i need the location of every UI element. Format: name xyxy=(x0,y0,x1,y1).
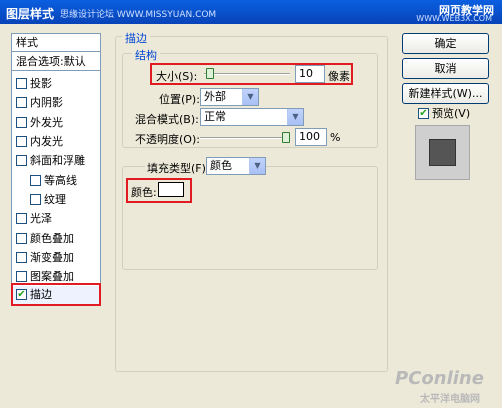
bevel-emboss-checkbox[interactable] xyxy=(16,154,27,166)
style-item-texture[interactable]: 纹理 xyxy=(12,191,100,209)
style-item-label: 内阴影 xyxy=(30,96,63,109)
new-style-button[interactable]: 新建样式(W)... xyxy=(402,83,489,104)
blend-mode-select-value: 正常 xyxy=(204,110,226,123)
chevron-down-icon: ▼ xyxy=(287,109,303,125)
fill-type-select[interactable]: 颜色 ▼ xyxy=(206,157,266,175)
contour-checkbox[interactable] xyxy=(30,174,41,186)
style-item-label: 等高线 xyxy=(44,174,77,187)
blend-mode-label: 混合模式(B): xyxy=(135,113,199,126)
size-input[interactable]: 10 xyxy=(295,65,325,83)
satin-checkbox[interactable] xyxy=(16,212,27,224)
size-slider-track[interactable] xyxy=(204,73,290,75)
stroke-group-title: 描边 xyxy=(122,30,150,46)
opacity-slider-track[interactable] xyxy=(200,137,290,139)
blend-options-item[interactable]: 混合选项:默认 xyxy=(12,53,100,71)
gradient-overlay-checkbox[interactable] xyxy=(16,251,27,263)
style-list-header[interactable]: 样式 xyxy=(12,34,100,52)
chevron-down-icon: ▼ xyxy=(242,89,258,105)
pattern-overlay-checkbox[interactable] xyxy=(16,270,27,282)
inner-shadow-checkbox[interactable] xyxy=(16,96,27,108)
preview-checkbox[interactable]: ✔ xyxy=(418,107,429,119)
opacity-input[interactable]: 100 xyxy=(295,128,327,146)
texture-checkbox[interactable] xyxy=(30,193,41,205)
style-item-label: 渐变叠加 xyxy=(30,251,74,264)
color-swatch[interactable] xyxy=(158,182,184,197)
color-label: 颜色: xyxy=(131,186,157,199)
position-select[interactable]: 外部 ▼ xyxy=(200,88,259,106)
style-item-gradient-overlay[interactable]: 渐变叠加 xyxy=(12,249,100,267)
size-label: 大小(S): xyxy=(156,70,198,83)
cancel-button[interactable]: 取消 xyxy=(402,58,489,79)
style-item-inner-glow[interactable]: 内发光 xyxy=(12,133,100,151)
style-preview-swatch xyxy=(429,139,456,166)
layer-style-dialog: 图层样式 思缘设计论坛 WWW.MISSYUAN.COM 网页教学网 WWW.W… xyxy=(0,0,502,408)
fill-type-select-value: 颜色 xyxy=(210,159,232,172)
position-select-value: 外部 xyxy=(204,90,226,103)
style-item-satin[interactable]: 光泽 xyxy=(12,210,100,228)
style-item-label: 斜面和浮雕 xyxy=(30,154,85,167)
style-item-label: 外发光 xyxy=(30,116,63,129)
watermark-left: 思缘设计论坛 WWW.MISSYUAN.COM xyxy=(60,10,217,20)
watermark-brand: PConline xyxy=(395,368,484,389)
size-slider-thumb[interactable] xyxy=(205,68,214,79)
style-item-drop-shadow[interactable]: 投影 xyxy=(12,75,100,93)
style-item-outer-glow[interactable]: 外发光 xyxy=(12,114,100,132)
ok-button[interactable]: 确定 xyxy=(402,33,489,54)
opacity-unit: % xyxy=(330,131,341,144)
size-unit: 像素 xyxy=(328,70,350,83)
style-item-label: 光泽 xyxy=(30,212,52,225)
outer-glow-checkbox[interactable] xyxy=(16,116,27,128)
style-item-color-overlay[interactable]: 颜色叠加 xyxy=(12,230,100,248)
window-title: 图层样式 xyxy=(6,7,55,21)
structure-group-title: 结构 xyxy=(132,47,160,63)
style-item-label: 纹理 xyxy=(44,193,66,206)
preview-label: 预览(V) xyxy=(432,107,471,120)
fill-type-label: 填充类型(F): xyxy=(145,160,212,176)
stroke-highlight-box xyxy=(11,283,101,306)
watermark-sub: 太平洋电脑网 xyxy=(420,394,480,405)
style-item-contour[interactable]: 等高线 xyxy=(12,172,100,190)
style-list: 样式 混合选项:默认 投影 内阴影 外发光 内发光 斜面和浮雕 等高线 纹理 光… xyxy=(11,33,101,306)
style-item-label: 内发光 xyxy=(30,135,63,148)
drop-shadow-checkbox[interactable] xyxy=(16,77,27,89)
preview-checkbox-row[interactable]: ✔ 预览(V) xyxy=(418,105,470,121)
style-item-bevel-emboss[interactable]: 斜面和浮雕 xyxy=(12,152,100,170)
watermark-right-sub: WWW.WEB3X.COM xyxy=(416,14,492,23)
style-item-label: 颜色叠加 xyxy=(30,232,74,245)
style-preview xyxy=(415,125,470,180)
inner-glow-checkbox[interactable] xyxy=(16,135,27,147)
title-bar: 图层样式 思缘设计论坛 WWW.MISSYUAN.COM 网页教学网 WWW.W… xyxy=(0,0,502,24)
style-item-label: 图案叠加 xyxy=(30,270,74,283)
style-item-label: 投影 xyxy=(30,77,52,90)
style-item-inner-shadow[interactable]: 内阴影 xyxy=(12,94,100,112)
position-label: 位置(P): xyxy=(159,93,200,106)
color-overlay-checkbox[interactable] xyxy=(16,232,27,244)
opacity-label: 不透明度(O): xyxy=(135,133,200,146)
opacity-slider-thumb[interactable] xyxy=(282,132,290,143)
blend-mode-select[interactable]: 正常 ▼ xyxy=(200,108,304,126)
chevron-down-icon: ▼ xyxy=(249,158,265,174)
